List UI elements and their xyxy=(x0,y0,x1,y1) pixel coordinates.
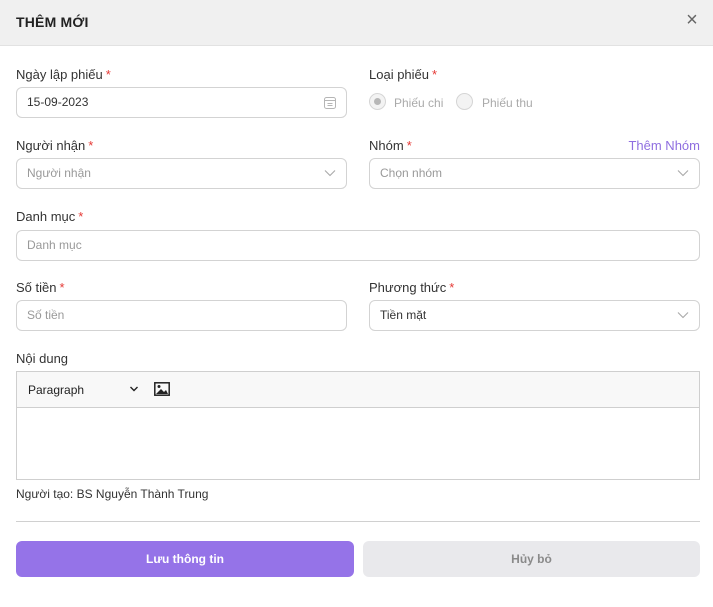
save-button[interactable]: Lưu thông tin xyxy=(16,541,354,577)
radio-phieu-chi[interactable] xyxy=(369,93,386,110)
radio-phieu-thu[interactable] xyxy=(456,93,473,110)
chevron-down-icon xyxy=(677,170,689,177)
date-value: 15-09-2023 xyxy=(27,95,89,109)
danh-muc-label-text: Danh mục xyxy=(16,209,76,224)
nguoi-nhan-select[interactable]: Người nhận xyxy=(16,158,347,189)
modal-title: THÊM MỚI xyxy=(16,14,89,30)
nhom-placeholder: Chọn nhóm xyxy=(380,166,443,180)
required-marker: * xyxy=(59,280,65,295)
required-marker: * xyxy=(432,67,438,82)
close-icon[interactable]: × xyxy=(683,10,701,30)
danh-muc-input[interactable]: Danh mục xyxy=(16,230,700,261)
radio-phieu-thu-label: Phiếu thu xyxy=(482,96,533,110)
loai-phieu-label-text: Loại phiếu xyxy=(369,67,429,82)
phuong-thuc-select[interactable]: Tiền mặt xyxy=(369,300,700,331)
creator-text: Người tạo: BS Nguyễn Thành Trung xyxy=(16,487,209,501)
phuong-thuc-label: Phương thức * xyxy=(369,280,454,295)
calendar-icon[interactable] xyxy=(324,96,336,109)
editor-toolbar: Paragraph xyxy=(17,372,699,408)
nhom-label-text: Nhóm xyxy=(369,138,404,153)
image-icon[interactable] xyxy=(154,382,170,396)
rich-text-editor: Paragraph xyxy=(16,371,700,480)
divider xyxy=(16,521,700,522)
ngay-lap-phieu-label: Ngày lập phiếu * xyxy=(16,67,111,82)
nhom-label: Nhóm * xyxy=(369,138,412,153)
so-tien-input[interactable]: Số tiền xyxy=(16,300,347,331)
so-tien-placeholder: Số tiền xyxy=(27,308,65,322)
radio-phieu-chi-label: Phiếu chi xyxy=(394,96,444,110)
ngay-lap-phieu-label-text: Ngày lập phiếu xyxy=(16,67,103,82)
modal-header: THÊM MỚI × xyxy=(0,0,713,46)
chevron-down-icon[interactable] xyxy=(129,384,139,394)
required-marker: * xyxy=(449,280,455,295)
editor-content-area[interactable] xyxy=(17,408,699,479)
loai-phieu-label: Loại phiếu * xyxy=(369,67,437,82)
danh-muc-label: Danh mục * xyxy=(16,209,83,224)
them-nhom-link[interactable]: Thêm Nhóm xyxy=(628,138,700,153)
required-marker: * xyxy=(88,138,94,153)
so-tien-label: Số tiền * xyxy=(16,280,65,295)
phuong-thuc-label-text: Phương thức xyxy=(369,280,447,295)
required-marker: * xyxy=(406,138,412,153)
required-marker: * xyxy=(78,209,84,224)
cancel-button[interactable]: Hủy bỏ xyxy=(363,541,700,577)
required-marker: * xyxy=(105,67,111,82)
nguoi-nhan-placeholder: Người nhận xyxy=(27,166,91,180)
chevron-down-icon xyxy=(324,170,336,177)
chevron-down-icon xyxy=(677,312,689,319)
phuong-thuc-value: Tiền mặt xyxy=(380,308,427,322)
danh-muc-placeholder: Danh mục xyxy=(27,238,82,252)
nguoi-nhan-label-text: Người nhận xyxy=(16,138,86,153)
nhom-select[interactable]: Chọn nhóm xyxy=(369,158,700,189)
paragraph-format-select[interactable]: Paragraph xyxy=(28,383,84,397)
so-tien-label-text: Số tiền xyxy=(16,280,57,295)
noi-dung-label: Nội dung xyxy=(16,351,69,366)
date-input[interactable]: 15-09-2023 xyxy=(16,87,347,118)
nguoi-nhan-label: Người nhận * xyxy=(16,138,93,153)
